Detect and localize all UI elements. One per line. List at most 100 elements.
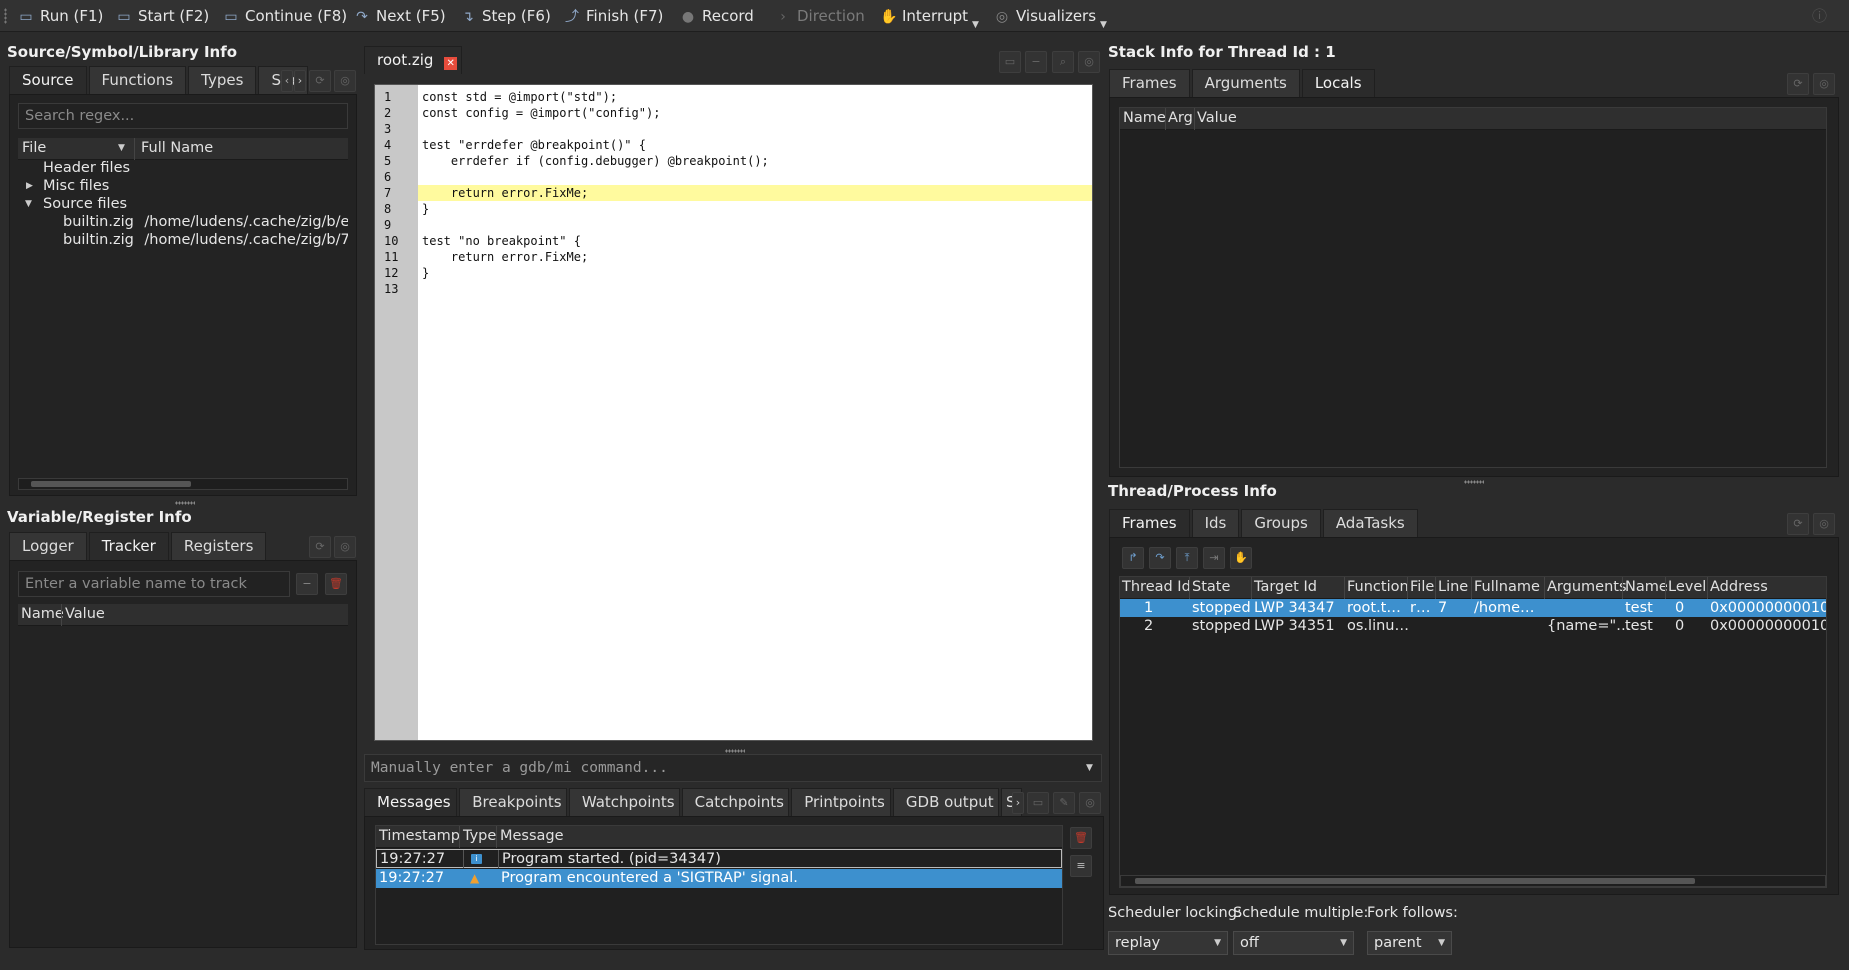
messages-edit-icon[interactable]: ✎: [1053, 792, 1075, 814]
thread-continue-icon[interactable]: ⇥: [1203, 547, 1225, 569]
column-line[interactable]: Line: [1438, 577, 1468, 598]
record-button[interactable]: ● Record: [680, 0, 754, 32]
tab-root-zig[interactable]: root.zig ✕: [364, 46, 462, 74]
tab-frames[interactable]: Frames: [1109, 69, 1190, 97]
refresh-stack-icon[interactable]: ⟳: [1787, 73, 1809, 95]
message-row-selected[interactable]: 19:27:27 ▲ Program encountered a 'SIGTRA…: [376, 869, 1062, 888]
refresh-threads-icon[interactable]: ⟳: [1787, 513, 1809, 535]
gdb-command-history-icon[interactable]: ▼: [1086, 754, 1093, 782]
column-arg[interactable]: Arg: [1168, 108, 1193, 129]
splitter-handle[interactable]: [725, 749, 745, 753]
column-address[interactable]: Address: [1710, 577, 1768, 598]
tab-catchpoints[interactable]: Catchpoints: [681, 788, 790, 816]
column-value[interactable]: Value: [1197, 108, 1237, 129]
tab-ids[interactable]: Ids: [1191, 509, 1240, 537]
splitter-handle[interactable]: [1464, 480, 1484, 484]
tabs-scroll-left-icon[interactable]: ‹: [281, 70, 293, 92]
thread-row[interactable]: 2 stopped LWP 34351 os.linu… {name="… te…: [1120, 617, 1826, 635]
editor-options-icon[interactable]: ◎: [1078, 51, 1100, 73]
column-file[interactable]: File: [22, 138, 46, 159]
column-target-id[interactable]: Target Id: [1254, 577, 1317, 598]
messages-open-icon[interactable]: ▭: [1027, 792, 1049, 814]
toolbar-grip[interactable]: [4, 8, 7, 24]
refresh-icon[interactable]: ⟳: [309, 70, 331, 92]
visualizers-dropdown-icon[interactable]: ▼: [1100, 20, 1107, 30]
toolbar-overflow-icon[interactable]: ⓘ: [1812, 0, 1827, 32]
messages-menu-icon[interactable]: ≡: [1070, 855, 1092, 877]
message-row[interactable]: 19:27:27 i Program started. (pid=34347): [376, 849, 1062, 868]
column-value[interactable]: Value: [65, 604, 105, 625]
column-thread-id[interactable]: Thread Id: [1122, 577, 1191, 598]
tree-file-row[interactable]: builtin.zig /home/ludens/.cache/zig/b/ed…: [63, 213, 348, 231]
column-level[interactable]: Level: [1668, 577, 1706, 598]
variable-options-icon[interactable]: ◎: [334, 536, 356, 558]
expand-misc-icon[interactable]: ▶: [26, 177, 33, 195]
direction-button[interactable]: › Direction: [775, 0, 865, 32]
clear-messages-icon[interactable]: 🗑: [1070, 827, 1092, 849]
column-state[interactable]: State: [1192, 577, 1230, 598]
schedule-multiple-select[interactable]: off ▼: [1233, 931, 1354, 955]
search-regex-input[interactable]: Search regex...: [18, 103, 348, 129]
interrupt-dropdown-icon[interactable]: ▼: [972, 20, 979, 30]
tabs-scroll-right-icon[interactable]: ›: [1012, 792, 1024, 814]
tab-printpoints[interactable]: Printpoints: [791, 788, 891, 816]
thread-interrupt-icon[interactable]: ✋: [1230, 547, 1252, 569]
tab-registers[interactable]: Registers: [170, 532, 267, 560]
column-fullname[interactable]: Fullname: [1474, 577, 1540, 598]
line-number-gutter[interactable]: 1 2 3 4 5 6 7 8 9 10 11 12 13: [375, 85, 418, 740]
continue-button[interactable]: ▭ Continue (F8): [223, 0, 347, 32]
tab-messages[interactable]: Messages: [364, 788, 458, 816]
column-name[interactable]: Name: [1625, 577, 1668, 598]
step-button[interactable]: ↴ Step (F6): [460, 0, 551, 32]
threads-hscrollbar[interactable]: [1120, 875, 1826, 887]
thread-next-icon[interactable]: ↷: [1149, 547, 1171, 569]
tree-header-files[interactable]: Header files: [43, 159, 130, 177]
tree-source-files[interactable]: Source files: [43, 195, 127, 213]
track-variable-input[interactable]: Enter a variable name to track: [18, 571, 290, 597]
tab-logger[interactable]: Logger: [9, 532, 87, 560]
tabs-scroll-right-icon[interactable]: ›: [294, 70, 306, 92]
tab-gdb-output[interactable]: GDB output: [892, 788, 1000, 816]
editor-open-icon[interactable]: ▭: [999, 51, 1021, 73]
fork-follows-select[interactable]: parent ▼: [1367, 931, 1452, 955]
column-function[interactable]: Function: [1347, 577, 1409, 598]
column-arguments[interactable]: Arguments: [1547, 577, 1627, 598]
tree-misc-files[interactable]: Misc files: [43, 177, 109, 195]
splitter-handle[interactable]: [175, 501, 195, 505]
visualizers-button[interactable]: ◎ Visualizers ▼: [994, 0, 1107, 32]
start-button[interactable]: ▭ Start (F2): [116, 0, 209, 32]
sort-dropdown-icon[interactable]: ▼: [118, 138, 125, 159]
code-editor[interactable]: 1 2 3 4 5 6 7 8 9 10 11 12 13 const std …: [374, 84, 1093, 741]
column-type[interactable]: Type: [463, 826, 496, 847]
run-button[interactable]: ▭ Run (F1): [18, 0, 103, 32]
tab-arguments[interactable]: Arguments: [1191, 69, 1300, 97]
tab-breakpoints[interactable]: Breakpoints: [459, 788, 567, 816]
thread-options-icon[interactable]: ◎: [1813, 513, 1835, 535]
tab-types[interactable]: Types: [188, 66, 257, 94]
tree-file-row[interactable]: builtin.zig /home/ludens/.cache/zig/b/78…: [63, 231, 348, 249]
delete-variable-icon[interactable]: 🗑: [325, 573, 347, 595]
column-message[interactable]: Message: [500, 826, 564, 847]
collapse-source-icon[interactable]: ▼: [25, 195, 32, 213]
tab-source[interactable]: Source: [9, 66, 87, 94]
stack-options-icon[interactable]: ◎: [1813, 73, 1835, 95]
thread-row-selected[interactable]: 1 stopped LWP 34347 root.t… r… 7 /home… …: [1120, 599, 1826, 617]
close-tab-icon[interactable]: ✕: [444, 57, 458, 70]
tab-frames[interactable]: Frames: [1109, 509, 1190, 537]
scheduler-locking-select[interactable]: replay ▼: [1108, 931, 1228, 955]
editor-search-icon[interactable]: ⌕: [1052, 51, 1074, 73]
column-file[interactable]: File: [1410, 577, 1434, 598]
tab-tracker[interactable]: Tracker: [88, 532, 169, 560]
panel-options-icon[interactable]: ◎: [334, 70, 356, 92]
gdb-command-input[interactable]: Manually enter a gdb/mi command...: [364, 754, 1102, 782]
tab-locals[interactable]: Locals: [1301, 69, 1375, 97]
column-name[interactable]: Name: [1123, 108, 1166, 129]
messages-options-icon[interactable]: ◎: [1079, 792, 1101, 814]
next-button[interactable]: ↷ Next (F5): [354, 0, 445, 32]
interrupt-button[interactable]: ✋ Interrupt ▼: [880, 0, 979, 32]
remove-variable-icon[interactable]: −: [296, 573, 318, 595]
refresh-variables-icon[interactable]: ⟳: [309, 536, 331, 558]
column-name[interactable]: Name: [21, 604, 64, 625]
tab-functions[interactable]: Functions: [88, 66, 187, 94]
editor-minimize-icon[interactable]: −: [1025, 51, 1047, 73]
